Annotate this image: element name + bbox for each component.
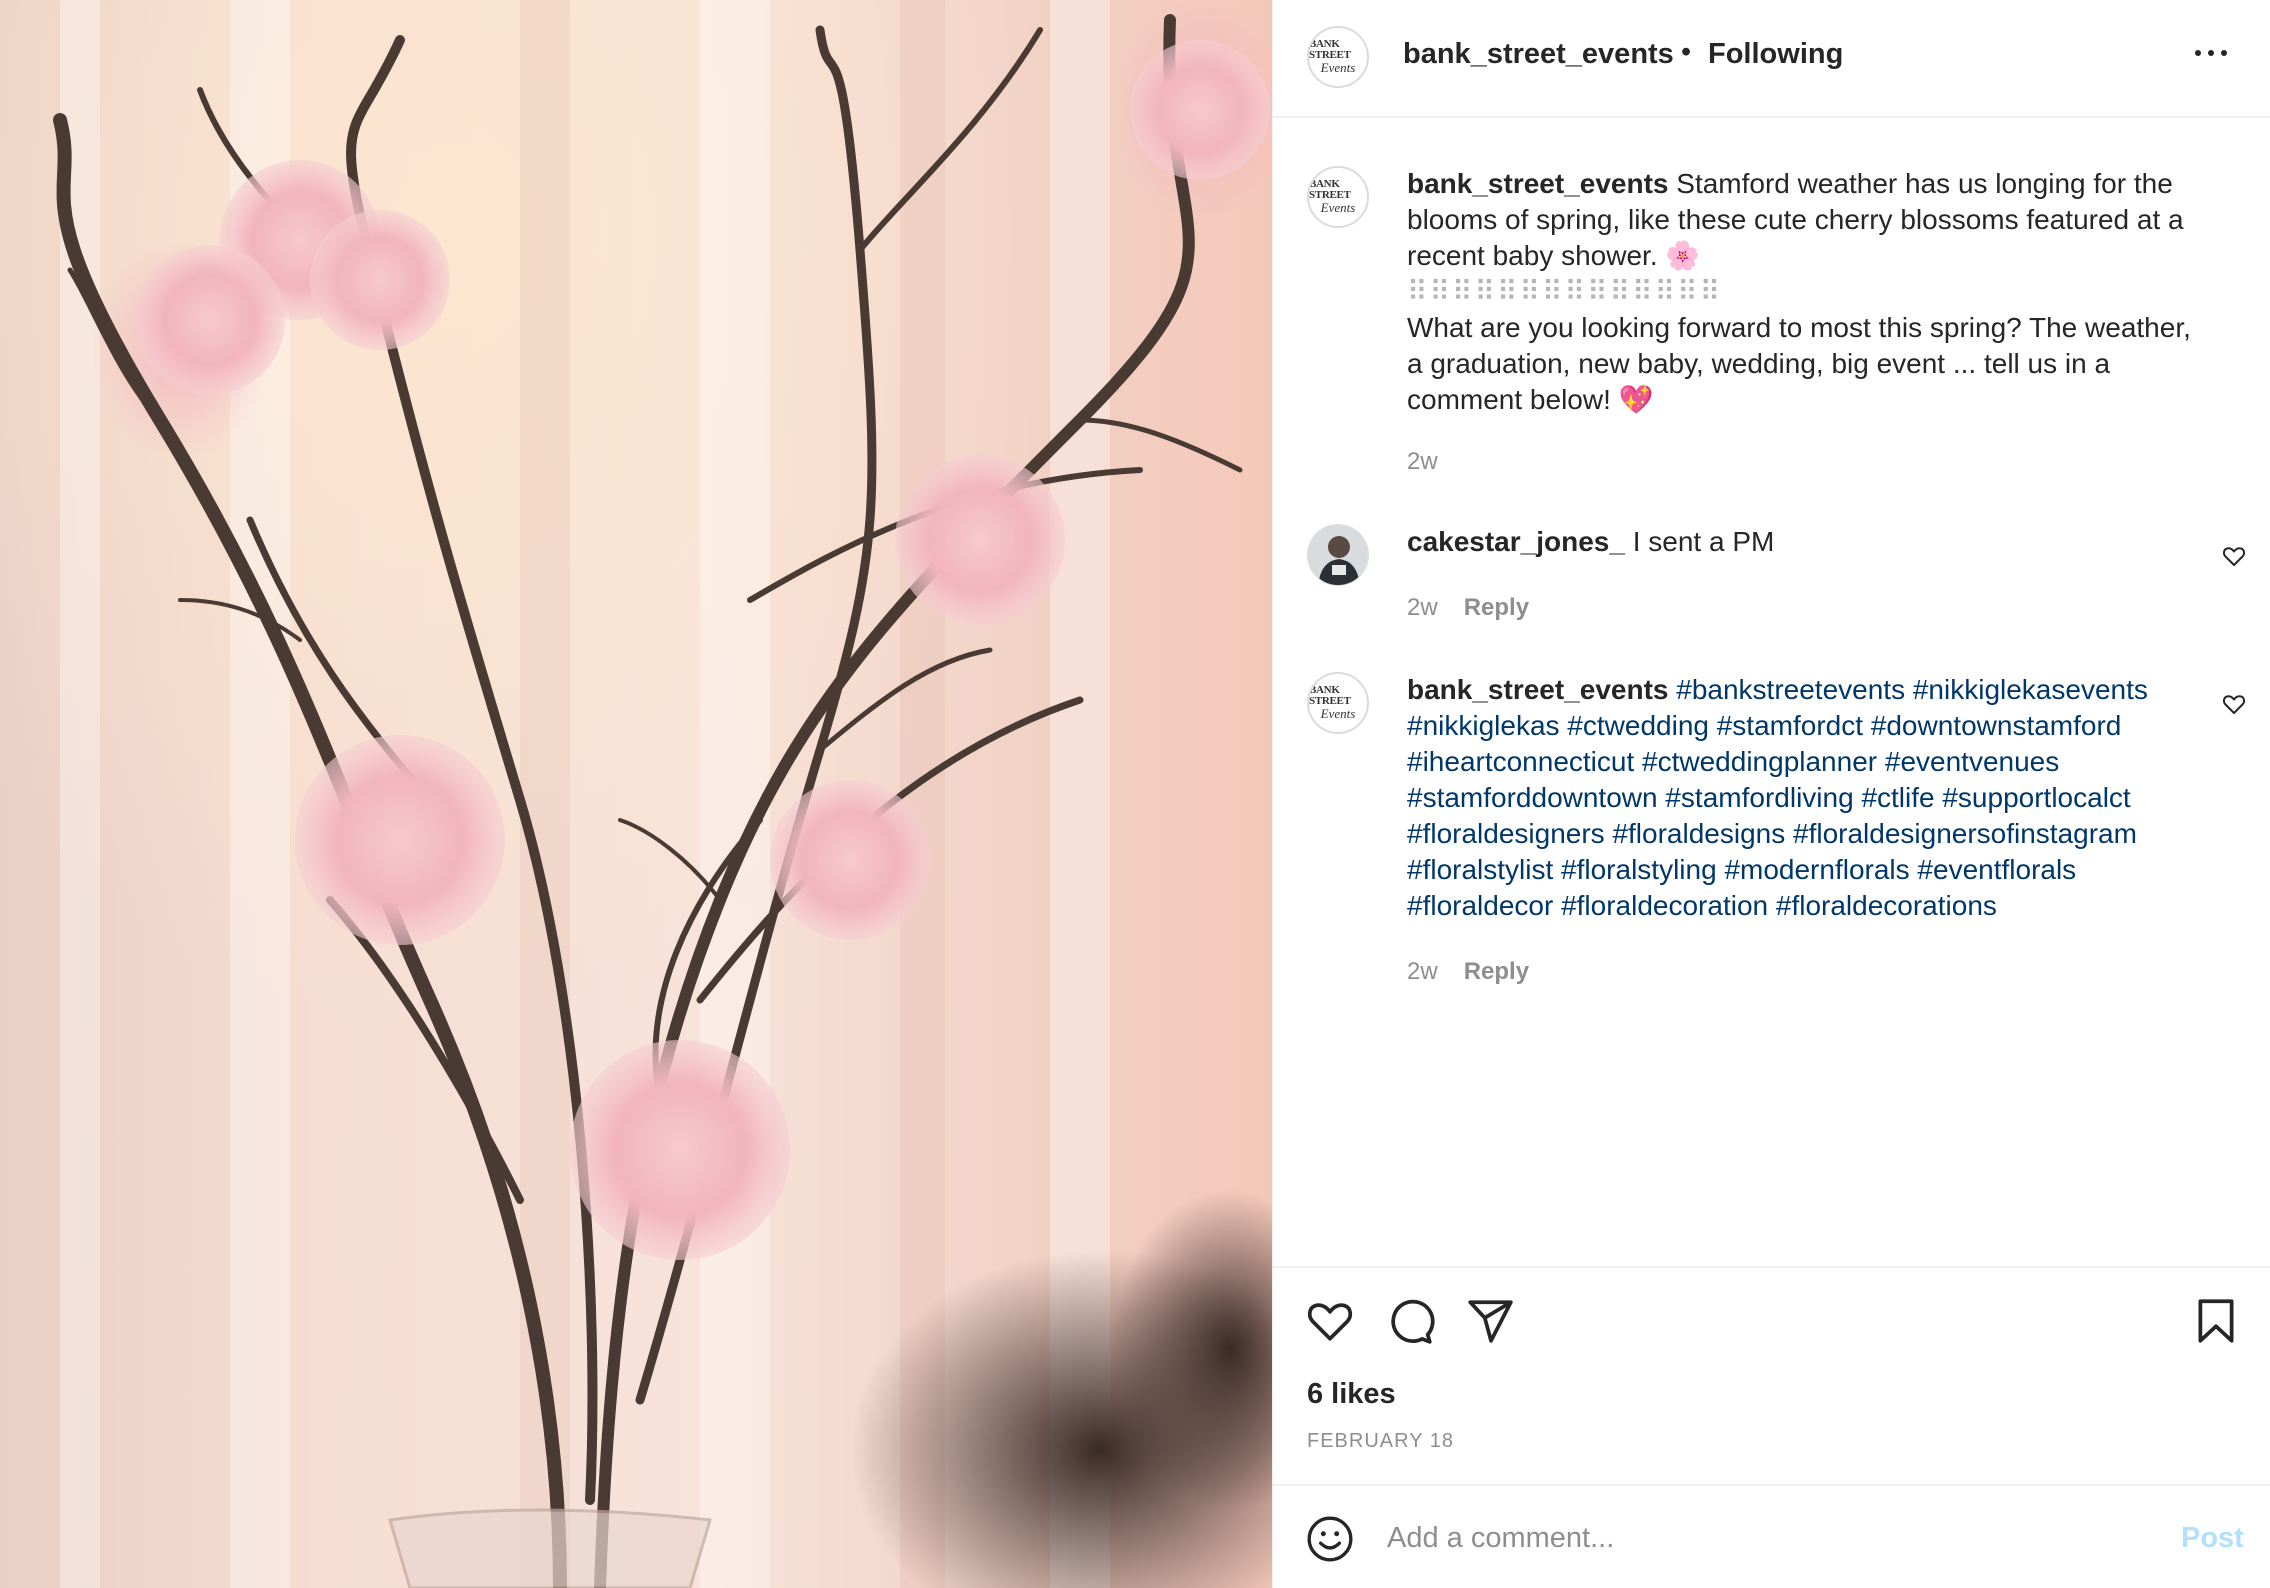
cherry-blossom-photo: [0, 0, 1272, 1588]
comment-body: I sent a PM: [1624, 526, 1775, 557]
author-username[interactable]: bank_street_events: [1403, 38, 1674, 71]
comment-icon[interactable]: [1385, 1296, 1435, 1346]
caption-time[interactable]: 2w: [1407, 448, 1438, 475]
heart-icon[interactable]: [1305, 1296, 1355, 1346]
add-comment-bar: Post: [1273, 1484, 2270, 1588]
small-heart-icon[interactable]: [2221, 692, 2247, 716]
small-heart-icon[interactable]: [2221, 544, 2247, 568]
author-avatar[interactable]: BANK STREET Events: [1307, 26, 1369, 88]
post-photo[interactable]: [0, 0, 1272, 1588]
more-options-icon[interactable]: [2195, 42, 2231, 62]
comment-meta: 2w Reply: [1407, 958, 1529, 986]
commenter-avatar[interactable]: BANK STREET Events: [1307, 672, 1369, 734]
comment-text: cakestar_jones_ I sent a PM: [1407, 524, 2197, 560]
comment-meta: 2w Reply: [1407, 594, 1529, 622]
comment-time[interactable]: 2w: [1407, 958, 1438, 985]
caption-meta: 2w: [1407, 448, 1438, 476]
post-header: BANK STREET Events bank_street_events • …: [1273, 0, 2270, 118]
header-separator: •: [1681, 36, 1692, 68]
commenter-avatar[interactable]: [1307, 524, 1369, 586]
caption-username[interactable]: bank_street_events: [1407, 168, 1668, 199]
comment-text: bank_street_events #bankstreetevents #ni…: [1407, 672, 2197, 924]
hashtag-list[interactable]: #bankstreetevents #nikkiglekasevents #ni…: [1407, 674, 2148, 921]
caption-text: bank_street_events Stamford weather has …: [1407, 166, 2197, 418]
comment-username[interactable]: cakestar_jones_: [1407, 526, 1625, 557]
caption-divider: ⠿⠿⠿⠿⠿⠿⠿⠿⠿⠿⠿⠿⠿⠿: [1407, 275, 1723, 308]
comment-username[interactable]: bank_street_events: [1407, 674, 1668, 705]
comment-input[interactable]: [1385, 1506, 2089, 1570]
following-button[interactable]: Following: [1708, 38, 1843, 71]
post-date[interactable]: FEBRUARY 18: [1307, 1430, 1454, 1453]
share-icon[interactable]: [1465, 1296, 1515, 1346]
likes-count[interactable]: 6 likes: [1307, 1378, 1396, 1411]
post-side-panel: BANK STREET Events bank_street_events • …: [1272, 0, 2270, 1588]
post-comment-button[interactable]: Post: [2181, 1522, 2244, 1555]
bookmark-icon[interactable]: [2191, 1296, 2241, 1346]
reply-button[interactable]: Reply: [1464, 594, 1529, 621]
caption-avatar[interactable]: BANK STREET Events: [1307, 166, 1369, 228]
caption-body-2: What are you looking forward to most thi…: [1407, 312, 2191, 415]
comment-time[interactable]: 2w: [1407, 594, 1438, 621]
reply-button[interactable]: Reply: [1464, 958, 1529, 985]
post-actions: 6 likes FEBRUARY 18: [1273, 1266, 2270, 1486]
emoji-icon[interactable]: [1305, 1514, 1355, 1564]
